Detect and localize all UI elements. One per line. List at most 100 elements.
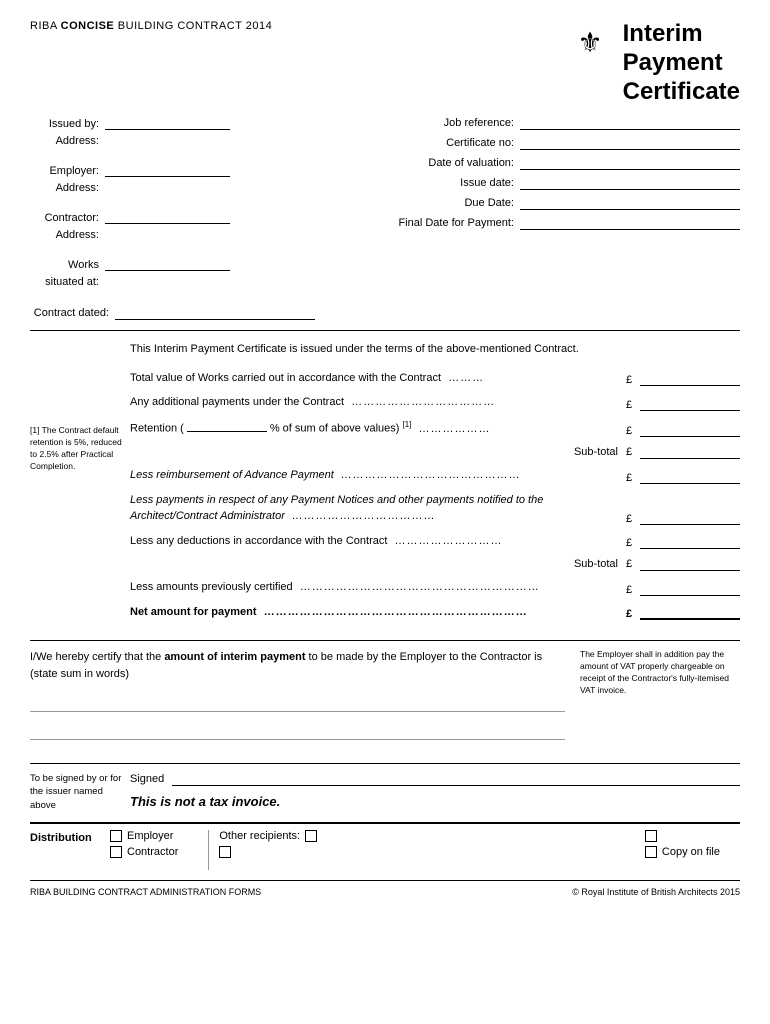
other-recipients-row: Other recipients: <box>219 830 317 842</box>
contract-dated-label: Contract dated: <box>30 307 115 319</box>
dots-7: …………………………………………………… <box>300 581 540 593</box>
dots-3: ……………… <box>418 423 490 435</box>
additional-text: Any additional payments under the Contra… <box>130 394 626 411</box>
subtotal-2-row: Sub-total £ <box>130 557 740 571</box>
dist-copy: Copy on file <box>645 830 740 858</box>
sign-label: To be signed by or for the issuer named … <box>30 772 130 812</box>
calc-col: Total value of Works carried out in acco… <box>130 370 740 628</box>
prev-certified-text: Less amounts previously certified ………………… <box>130 579 626 596</box>
currency-2: £ <box>626 399 640 411</box>
due-date-label: Due Date: <box>464 197 520 209</box>
cert-content: I/We hereby certify that the amount of i… <box>30 649 740 748</box>
dots-1: ……… <box>448 372 484 384</box>
calc-row-advance: Less reimbursement of Advance Payment ……… <box>130 467 740 484</box>
date-valuation-label: Date of valuation: <box>428 157 520 169</box>
currency-4: £ <box>626 472 640 484</box>
advance-text: Less reimbursement of Advance Payment ……… <box>130 467 626 484</box>
contractor-label: Contractor:Address: <box>30 210 105 243</box>
footnote-text: [1] The Contract default retention is 5%… <box>30 425 125 473</box>
calc-row-notices: Less payments in respect of any Payment … <box>130 492 740 525</box>
header-right: ⚜ Interim Payment Certificate <box>568 20 740 106</box>
issue-date-label: Issue date: <box>460 177 520 189</box>
calc-area: [1] The Contract default retention is 5%… <box>30 370 740 628</box>
currency-5: £ <box>626 513 640 525</box>
due-date-field[interactable] <box>520 196 740 210</box>
net-amount-field[interactable] <box>640 606 740 620</box>
right-info: Job reference: Certificate no: Date of v… <box>250 116 740 296</box>
contractor-field[interactable] <box>105 210 230 224</box>
calc-row-net: Net amount for payment ……………………………………………… <box>130 604 740 621</box>
currency-1: £ <box>626 374 640 386</box>
subtotal-1-field[interactable] <box>640 445 740 459</box>
notices-text: Less payments in respect of any Payment … <box>130 492 626 525</box>
currency-8: £ <box>626 608 640 620</box>
dots-5: ……………………………… <box>292 510 436 522</box>
notices-field[interactable] <box>640 511 740 525</box>
total-value-field[interactable] <box>640 372 740 386</box>
works-label: Workssituated at: <box>30 257 105 290</box>
retention-field[interactable] <box>640 423 740 437</box>
signed-row: Signed <box>130 772 740 786</box>
left-info: Issued by:Address: Employer:Address: Con… <box>30 116 230 296</box>
other-checkbox-2[interactable] <box>219 846 231 858</box>
header-title: RIBA CONCISE BUILDING CONTRACT 2014 <box>30 20 272 32</box>
page: RIBA CONCISE BUILDING CONTRACT 2014 ⚜ In… <box>0 0 770 1024</box>
contract-dated-row: Contract dated: <box>30 306 740 320</box>
works-row: Workssituated at: <box>30 257 230 290</box>
employer-dist-label: Employer <box>127 830 173 842</box>
footnote-ref-1: [1] <box>403 420 412 429</box>
employer-field[interactable] <box>105 163 230 177</box>
distribution-label: Distribution <box>30 830 110 844</box>
dist-items: Employer Contractor Other recipients: <box>110 830 740 870</box>
intro-text: This Interim Payment Certificate is issu… <box>30 341 740 358</box>
date-valuation-field[interactable] <box>520 156 740 170</box>
dots-6: ……………………… <box>394 535 502 547</box>
other-checkbox-1[interactable] <box>305 830 317 842</box>
copy-checkbox-1[interactable] <box>645 830 657 842</box>
dist-copy-row-1 <box>645 830 720 842</box>
cert-text: I/We hereby certify that the amount of i… <box>30 649 565 682</box>
currency-6: £ <box>626 537 640 549</box>
other-recipients-label: Other recipients: <box>219 830 300 842</box>
riba-logo-icon: ⚜ <box>568 22 613 82</box>
signed-word: Signed <box>130 773 164 785</box>
prev-certified-field[interactable] <box>640 582 740 596</box>
cert-line-1[interactable] <box>30 692 565 712</box>
calc-row-total-value: Total value of Works carried out in acco… <box>130 370 740 387</box>
cert-line-2[interactable] <box>30 720 565 740</box>
job-ref-field[interactable] <box>520 116 740 130</box>
other-recipients-row-2 <box>219 846 317 858</box>
subtotal-2-label: Sub-total <box>574 558 626 570</box>
subtotal-1-label: Sub-total <box>574 446 626 458</box>
subtotal-2-currency: £ <box>626 558 640 570</box>
header: RIBA CONCISE BUILDING CONTRACT 2014 ⚜ In… <box>30 20 740 106</box>
job-ref-label: Job reference: <box>444 117 520 129</box>
subtotal-2-field[interactable] <box>640 557 740 571</box>
issue-date-field[interactable] <box>520 176 740 190</box>
works-field[interactable] <box>105 257 230 271</box>
footnote-col: [1] The Contract default retention is 5%… <box>30 370 130 628</box>
issued-by-field[interactable] <box>105 116 230 130</box>
contractor-dist-label: Contractor <box>127 846 178 858</box>
final-date-label: Final Date for Payment: <box>398 217 520 229</box>
svg-text:⚜: ⚜ <box>577 28 602 59</box>
contractor-checkbox[interactable] <box>110 846 122 858</box>
additional-field[interactable] <box>640 397 740 411</box>
employer-checkbox[interactable] <box>110 830 122 842</box>
cert-vat-note: The Employer shall in addition pay the a… <box>580 649 740 697</box>
dist-group-1: Employer Contractor <box>110 830 178 858</box>
signature-line[interactable] <box>172 772 740 786</box>
contract-dated-field[interactable] <box>115 306 315 320</box>
copy-checkbox-2[interactable] <box>645 846 657 858</box>
cert-no-field[interactable] <box>520 136 740 150</box>
currency-7: £ <box>626 584 640 596</box>
advance-field[interactable] <box>640 470 740 484</box>
issued-by-label: Issued by:Address: <box>30 116 105 149</box>
footer-left: RIBA BUILDING CONTRACT ADMINISTRATION FO… <box>30 887 261 897</box>
final-date-field[interactable] <box>520 216 740 230</box>
subtotal-1-row: Sub-total £ <box>130 445 740 459</box>
currency-3: £ <box>626 425 640 437</box>
retention-percent-field[interactable] <box>187 431 267 432</box>
deductions-field[interactable] <box>640 535 740 549</box>
cert-section: I/We hereby certify that the amount of i… <box>30 640 740 748</box>
